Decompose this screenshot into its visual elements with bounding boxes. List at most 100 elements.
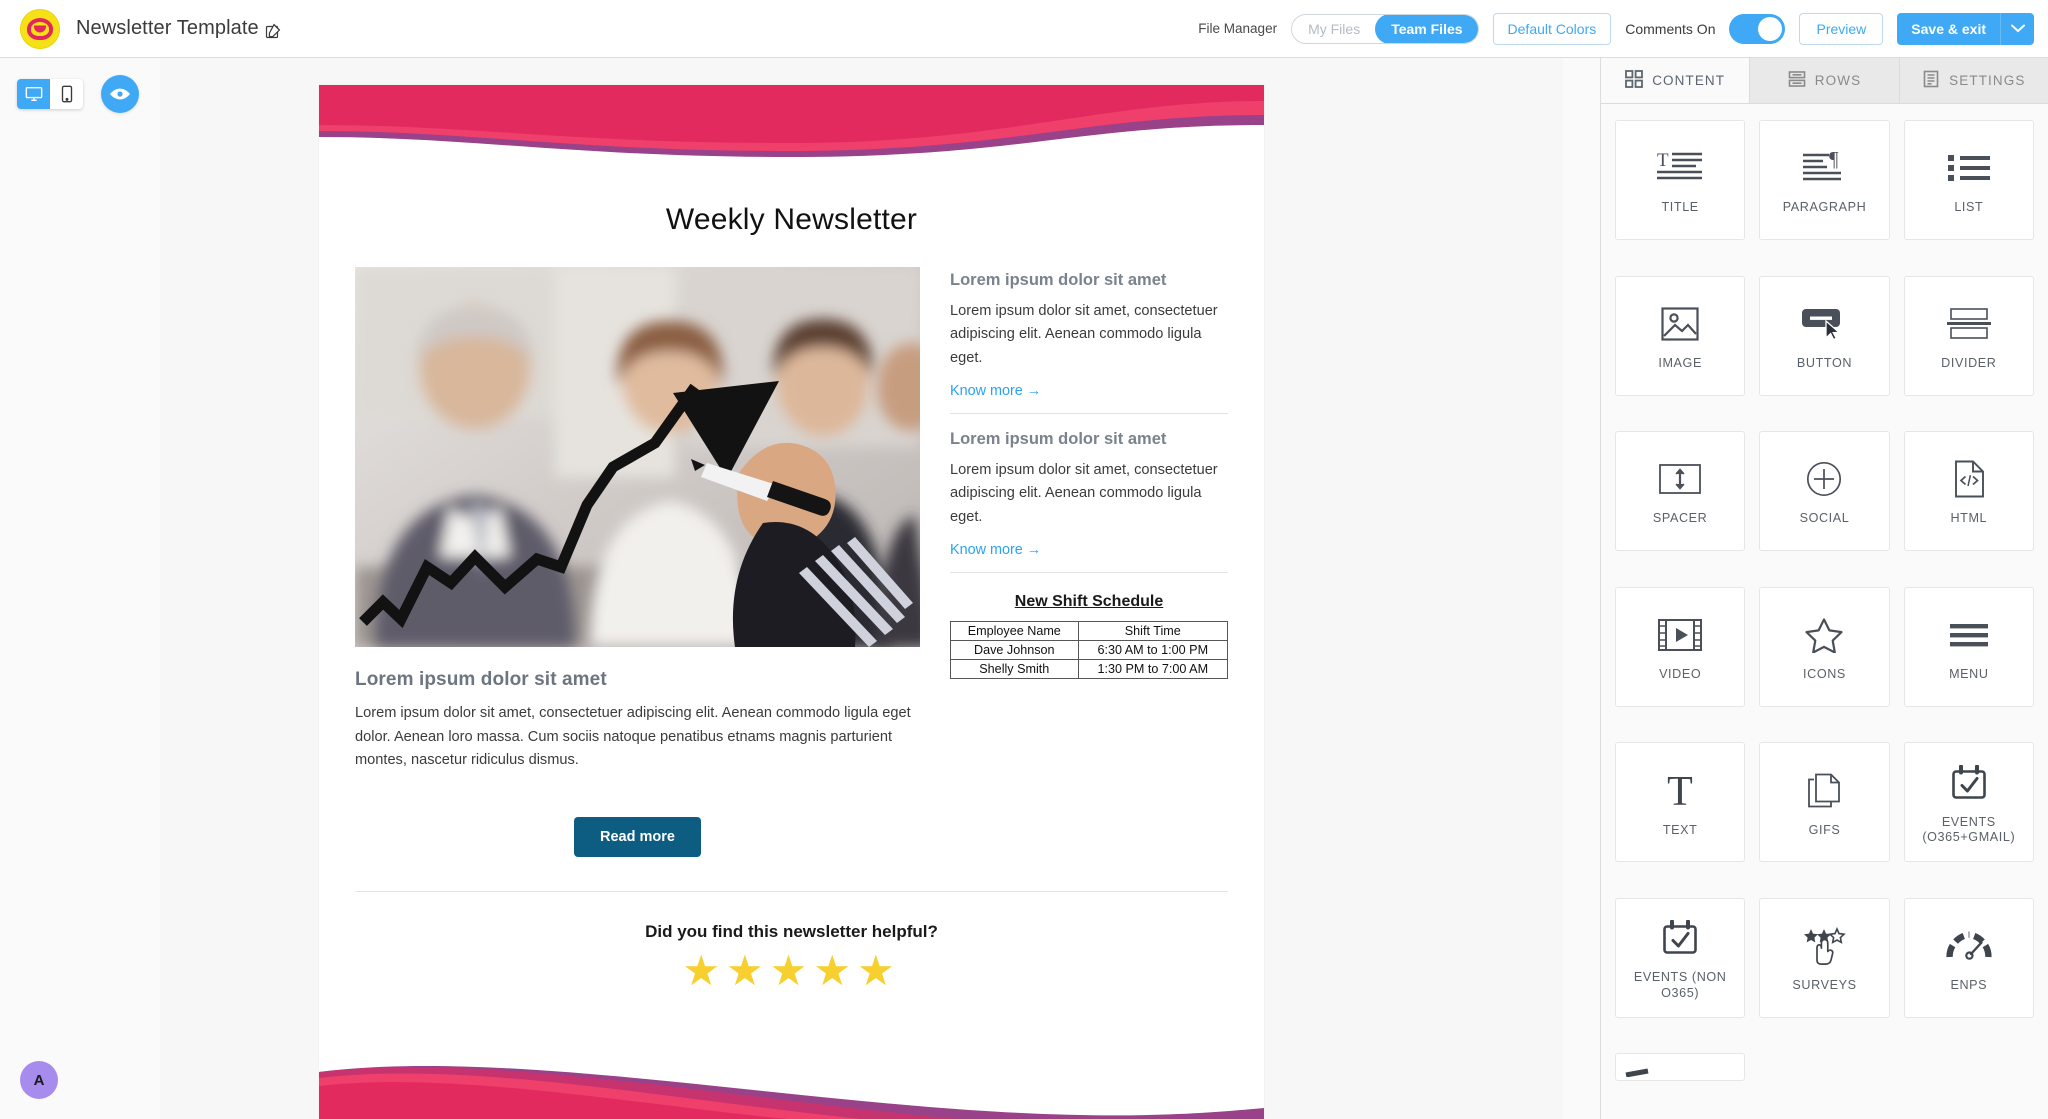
content-block-label: EVENTS (O365+GMAIL)	[1922, 814, 2016, 845]
content-block-label: ENPS	[1950, 978, 1988, 993]
content-block-button[interactable]: BUTTON	[1759, 275, 1890, 396]
title-text-icon: T	[1657, 144, 1703, 192]
shift-schedule-title: New Shift Schedule	[1014, 593, 1164, 611]
content-block-label: HTML	[1950, 511, 1988, 526]
hero-image-graphic	[355, 267, 920, 647]
side-block-1-heading: Lorem ipsum dolor sit amet	[950, 271, 1167, 289]
know-more-link-2[interactable]: Know more →	[950, 542, 1228, 558]
page-title: Newsletter Template	[76, 17, 281, 40]
content-block-label: SURVEYS	[1792, 978, 1857, 993]
file-source-segmented-control[interactable]: My Files Team Files	[1291, 13, 1479, 44]
hamburger-menu-icon	[1949, 611, 1988, 659]
side-block-2-body: Lorem ipsum dolor sit amet, consectetuer…	[950, 462, 1218, 525]
content-block-label: ICONS	[1803, 667, 1846, 681]
segment-my-files[interactable]: My Files	[1292, 15, 1376, 43]
tab-content-label: CONTENT	[1652, 73, 1726, 88]
table-row: Shelly Smith 1:30 PM to 7:00 AM	[950, 659, 1229, 680]
content-block-label: LIST	[1954, 200, 1984, 215]
default-colors-button[interactable]: Default Colors	[1492, 12, 1612, 45]
content-block-list[interactable]: LIST	[1903, 120, 2034, 240]
stars-hand-click-icon	[1802, 922, 1847, 970]
preview-button[interactable]: Preview	[1799, 12, 1884, 45]
table-cell-time: 1:30 PM to 7:00 AM	[1077, 659, 1229, 680]
code-file-icon	[1953, 455, 1985, 503]
document-lines-icon	[1922, 70, 1940, 91]
email-template: Weekly Newsletter Lorem ipsum dolor sit …	[319, 85, 1264, 1119]
content-block-events-o365-gmail[interactable]: EVENTS (O365+GMAIL)	[1903, 742, 2034, 863]
content-block-spacer[interactable]: SPACER	[1615, 431, 1746, 552]
content-block-divider[interactable]: DIVIDER	[1903, 275, 2034, 396]
content-block-label: EVENTS (NON O365)	[1633, 970, 1727, 1000]
tab-rows-label: ROWS	[1814, 73, 1862, 88]
left-column-body: Lorem ipsum dolor sit amet, consectetuer…	[355, 705, 911, 769]
user-avatar[interactable]: A	[20, 1061, 58, 1099]
content-block-events-non-o365[interactable]: EVENTS (NON O365)	[1615, 897, 1746, 1018]
device-preview-toggle[interactable]	[17, 79, 83, 109]
preview-eye-button[interactable]	[101, 75, 139, 113]
side-block-2-heading: Lorem ipsum dolor sit amet	[950, 430, 1167, 449]
bullet-list-icon	[1947, 144, 1990, 192]
side-divider-1	[950, 413, 1228, 415]
chevron-down-icon[interactable]	[2000, 12, 2034, 45]
content-block-title[interactable]: T TITLE	[1615, 120, 1746, 240]
copy-pages-icon	[1807, 767, 1841, 815]
read-more-button[interactable]: Read more	[574, 816, 701, 857]
side-divider-2	[950, 572, 1228, 574]
table-cell-name: Dave Johnson	[950, 640, 1079, 661]
app-logo-icon	[20, 8, 60, 49]
top-bar-actions: File Manager My Files Team Files Default…	[1198, 12, 2048, 45]
content-block-label: TITLE	[1661, 200, 1699, 215]
mobile-phone-icon[interactable]	[50, 79, 83, 109]
grid-squares-icon	[1625, 70, 1644, 91]
table-header-cell: Employee Name	[950, 621, 1079, 642]
content-block-video[interactable]: VIDEO	[1615, 586, 1746, 707]
content-block-surveys[interactable]: SURVEYS	[1759, 897, 1890, 1018]
tab-content[interactable]: CONTENT	[1601, 58, 1751, 103]
content-block-image[interactable]: IMAGE	[1615, 275, 1746, 396]
star-outline-icon	[1805, 611, 1844, 659]
left-column-heading: Lorem ipsum dolor sit amet	[355, 669, 607, 690]
content-block-label: TEXT	[1662, 822, 1698, 837]
email-canvas: Weekly Newsletter Lorem ipsum dolor sit …	[160, 58, 1563, 1119]
survey-question: Did you find this newsletter helpful?	[645, 921, 938, 941]
divider-icon	[1946, 300, 1991, 348]
comments-toggle[interactable]	[1729, 13, 1786, 44]
content-block-icons[interactable]: ICONS	[1759, 586, 1890, 707]
file-manager-label: File Manager	[1198, 21, 1278, 36]
content-block-menu[interactable]: MENU	[1903, 586, 2034, 707]
gauge-meter-icon	[1946, 922, 1992, 970]
pencil-icon[interactable]	[265, 22, 281, 38]
content-block-partial[interactable]	[1615, 1053, 1746, 1082]
top-bar: Newsletter Template File Manager My File…	[0, 0, 2048, 58]
side-block-1-body: Lorem ipsum dolor sit amet, consectetuer…	[950, 303, 1218, 366]
know-more-link-1[interactable]: Know more →	[950, 383, 1228, 399]
svg-text:T: T	[1657, 150, 1669, 171]
content-block-text[interactable]: T TEXT	[1615, 742, 1746, 863]
image-picture-icon	[1661, 300, 1699, 348]
content-block-social[interactable]: SOCIAL	[1759, 431, 1890, 552]
content-block-label: IMAGE	[1658, 355, 1702, 370]
table-cell-name: Shelly Smith	[950, 659, 1079, 680]
segment-team-files[interactable]: Team Files	[1375, 14, 1478, 43]
content-block-paragraph[interactable]: ¶ PARAGRAPH	[1759, 120, 1890, 240]
content-block-enps[interactable]: ENPS	[1903, 897, 2034, 1018]
content-blocks-grid: T TITLE ¶ PARAGRAPH LIST IMAGE BUTTON DI…	[1601, 104, 2048, 1119]
save-button-group: Save & exit	[1897, 12, 2034, 45]
side-block-1: Lorem ipsum dolor sit amet Lorem ipsum d…	[950, 271, 1228, 399]
read-more-row: Read more	[355, 816, 920, 857]
tab-rows[interactable]: ROWS	[1750, 58, 1900, 103]
table-row: Dave Johnson 6:30 AM to 1:00 PM	[950, 640, 1229, 661]
desktop-monitor-icon[interactable]	[17, 79, 50, 109]
header-wave-graphic	[319, 85, 1264, 175]
content-block-label: DIVIDER	[1941, 355, 1997, 370]
spacer-vertical-arrow-icon	[1659, 455, 1702, 503]
calendar-check-icon	[1662, 914, 1698, 962]
brand-title-text: Newsletter Template	[76, 17, 259, 39]
save-and-exit-button[interactable]: Save & exit	[1897, 12, 2000, 45]
survey-star-rating[interactable]: ★★★★★	[319, 949, 1264, 992]
shift-schedule-table: Employee Name Shift Time Dave Johnson 6:…	[950, 621, 1229, 680]
content-block-html[interactable]: HTML	[1903, 431, 2034, 552]
tab-settings[interactable]: SETTINGS	[1900, 58, 2048, 103]
survey-divider	[355, 890, 1228, 892]
content-block-gifs[interactable]: GIFS	[1759, 742, 1890, 863]
